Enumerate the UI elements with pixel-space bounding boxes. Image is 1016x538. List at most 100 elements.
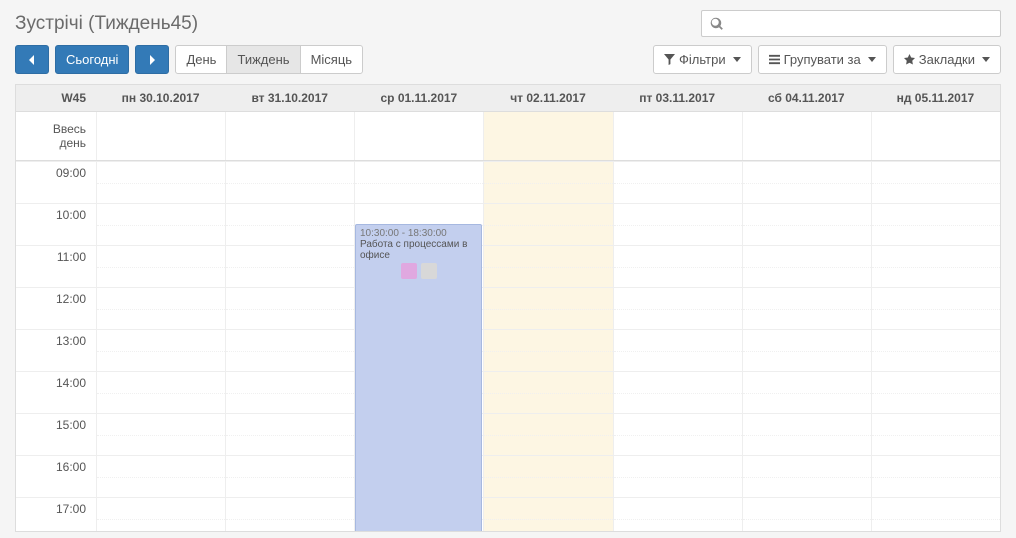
hour-cell[interactable] xyxy=(871,413,1000,455)
view-month-button[interactable]: Місяць xyxy=(300,45,363,74)
hour-row: 15:00 xyxy=(16,413,1000,455)
hour-cell[interactable] xyxy=(483,413,612,455)
hour-cell[interactable] xyxy=(871,455,1000,497)
hour-cell[interactable] xyxy=(96,287,225,329)
star-icon xyxy=(904,54,915,65)
search-input[interactable] xyxy=(729,16,992,31)
calendar: W45 пн 30.10.2017 вт 31.10.2017 ср 01.11… xyxy=(15,84,1001,532)
hour-cell[interactable] xyxy=(96,203,225,245)
calendar-grid[interactable]: 09:0010:0011:0012:0013:0014:0015:0016:00… xyxy=(16,161,1000,531)
hour-cell[interactable] xyxy=(225,455,354,497)
hour-cell[interactable] xyxy=(742,497,871,531)
hour-cell[interactable] xyxy=(871,497,1000,531)
day-header: сб 04.11.2017 xyxy=(742,85,871,111)
hour-cell[interactable] xyxy=(871,329,1000,371)
allday-cell[interactable] xyxy=(354,112,483,160)
today-button[interactable]: Сьогодні xyxy=(55,45,129,74)
hour-cell[interactable] xyxy=(354,161,483,203)
search-icon xyxy=(710,17,724,31)
hour-cell[interactable] xyxy=(613,371,742,413)
hour-row: 10:00 xyxy=(16,203,1000,245)
hour-cell[interactable] xyxy=(871,203,1000,245)
allday-cell[interactable] xyxy=(96,112,225,160)
hour-cell[interactable] xyxy=(613,413,742,455)
avatar xyxy=(421,263,437,279)
allday-label: Ввесь день xyxy=(16,112,96,160)
groupby-button[interactable]: Групувати за xyxy=(758,45,887,74)
hour-cell[interactable] xyxy=(96,245,225,287)
hour-cell[interactable] xyxy=(96,329,225,371)
bookmarks-label: Закладки xyxy=(919,52,975,67)
hour-cell[interactable] xyxy=(742,413,871,455)
view-week-button[interactable]: Тиждень xyxy=(226,45,300,74)
hour-cell[interactable] xyxy=(871,371,1000,413)
hour-cell[interactable] xyxy=(483,161,612,203)
filters-button[interactable]: Фільтри xyxy=(653,45,752,74)
hour-cell[interactable] xyxy=(225,203,354,245)
hour-cell[interactable] xyxy=(613,455,742,497)
hour-cell[interactable] xyxy=(225,329,354,371)
hour-cell[interactable] xyxy=(613,287,742,329)
hour-cell[interactable] xyxy=(613,203,742,245)
hour-cell[interactable] xyxy=(225,497,354,531)
hour-label: 14:00 xyxy=(16,371,96,413)
event-time: 10:30:00 - 18:30:00 xyxy=(360,228,477,239)
hour-cell[interactable] xyxy=(613,329,742,371)
hour-cell[interactable] xyxy=(742,245,871,287)
hour-cell[interactable] xyxy=(483,203,612,245)
hour-cell[interactable] xyxy=(96,455,225,497)
search-box[interactable] xyxy=(701,10,1001,37)
caret-down-icon xyxy=(982,57,990,62)
hour-cell[interactable] xyxy=(225,371,354,413)
allday-cell[interactable] xyxy=(742,112,871,160)
calendar-event[interactable]: 10:30:00 - 18:30:00Работа с процессами в… xyxy=(355,224,482,531)
hour-cell[interactable] xyxy=(613,161,742,203)
hour-cell[interactable] xyxy=(871,161,1000,203)
allday-row: Ввесь день xyxy=(16,112,1000,161)
hour-cell[interactable] xyxy=(871,287,1000,329)
hour-cell[interactable] xyxy=(483,245,612,287)
week-number: W45 xyxy=(16,85,96,111)
hour-cell[interactable] xyxy=(225,245,354,287)
hour-cell[interactable] xyxy=(225,413,354,455)
page-title: Зустрічі (Тиждень45) xyxy=(15,13,701,35)
next-button[interactable] xyxy=(135,45,169,74)
filter-icon xyxy=(664,54,675,65)
hour-cell[interactable] xyxy=(483,287,612,329)
allday-cell[interactable] xyxy=(871,112,1000,160)
allday-cell[interactable] xyxy=(483,112,612,160)
allday-cell[interactable] xyxy=(225,112,354,160)
filters-label: Фільтри xyxy=(679,52,726,67)
hour-cell[interactable] xyxy=(613,497,742,531)
view-day-button[interactable]: День xyxy=(175,45,227,74)
hour-cell[interactable] xyxy=(96,497,225,531)
allday-cell[interactable] xyxy=(613,112,742,160)
hour-cell[interactable] xyxy=(742,203,871,245)
hour-cell[interactable] xyxy=(742,287,871,329)
hour-label: 16:00 xyxy=(16,455,96,497)
hour-cell[interactable] xyxy=(483,497,612,531)
hour-cell[interactable] xyxy=(483,329,612,371)
hour-row: 14:00 xyxy=(16,371,1000,413)
hour-label: 10:00 xyxy=(16,203,96,245)
hour-cell[interactable] xyxy=(742,371,871,413)
prev-button[interactable] xyxy=(15,45,49,74)
hour-cell[interactable] xyxy=(96,161,225,203)
list-icon xyxy=(769,54,780,65)
hour-cell[interactable] xyxy=(871,245,1000,287)
event-title: Работа с процессами в офисе xyxy=(360,239,477,261)
hour-cell[interactable] xyxy=(225,161,354,203)
hour-cell[interactable] xyxy=(742,161,871,203)
day-header: пн 30.10.2017 xyxy=(96,85,225,111)
hour-row: 09:00 xyxy=(16,161,1000,203)
hour-cell[interactable] xyxy=(742,455,871,497)
hour-cell[interactable] xyxy=(225,287,354,329)
hour-cell[interactable] xyxy=(96,371,225,413)
hour-label: 13:00 xyxy=(16,329,96,371)
bookmarks-button[interactable]: Закладки xyxy=(893,45,1001,74)
hour-cell[interactable] xyxy=(742,329,871,371)
hour-cell[interactable] xyxy=(483,455,612,497)
hour-cell[interactable] xyxy=(613,245,742,287)
hour-cell[interactable] xyxy=(96,413,225,455)
hour-cell[interactable] xyxy=(483,371,612,413)
